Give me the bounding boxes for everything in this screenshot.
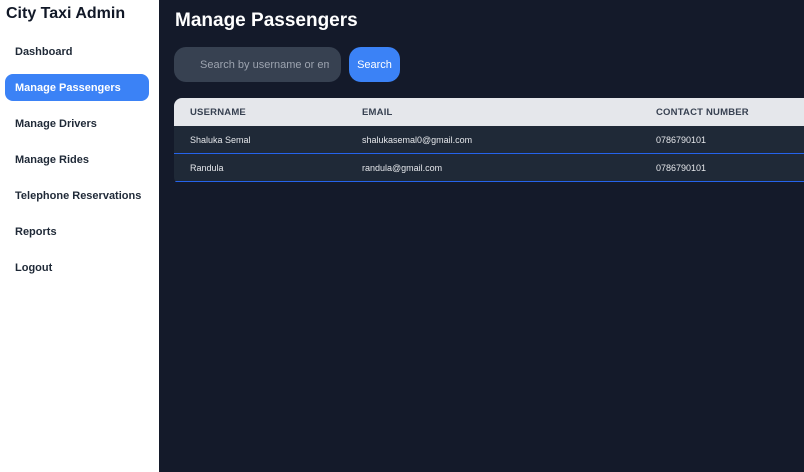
search-button[interactable]: Search xyxy=(349,47,400,82)
column-header-contact-number: CONTACT NUMBER xyxy=(656,106,749,118)
search-input[interactable] xyxy=(174,47,341,82)
table-row[interactable]: Shaluka Semal shalukasemal0@gmail.com 07… xyxy=(174,126,804,154)
sidebar-item-logout[interactable]: Logout xyxy=(5,254,149,281)
sidebar: City Taxi Admin Dashboard Manage Passeng… xyxy=(0,0,159,472)
sidebar-item-telephone-reservations[interactable]: Telephone Reservations xyxy=(5,182,149,209)
sidebar-item-manage-drivers[interactable]: Manage Drivers xyxy=(5,110,149,137)
column-header-username: USERNAME xyxy=(190,106,246,118)
sidebar-item-dashboard[interactable]: Dashboard xyxy=(5,38,149,65)
cell-username: Randula xyxy=(190,162,224,173)
cell-contact-number: 0786790101 xyxy=(656,134,707,145)
app-title: City Taxi Admin xyxy=(6,5,126,22)
cell-email: shalukasemal0@gmail.com xyxy=(362,134,473,145)
table-header: USERNAME EMAIL CONTACT NUMBER xyxy=(174,98,804,126)
column-header-email: EMAIL xyxy=(362,106,393,118)
sidebar-item-reports[interactable]: Reports xyxy=(5,218,149,245)
sidebar-item-manage-passengers[interactable]: Manage Passengers xyxy=(5,74,149,101)
table-row[interactable]: Randula randula@gmail.com 0786790101 xyxy=(174,154,804,182)
cell-username: Shaluka Semal xyxy=(190,134,251,145)
cell-contact-number: 0786790101 xyxy=(656,162,707,173)
page-title: Manage Passengers xyxy=(175,10,358,31)
passengers-table: USERNAME EMAIL CONTACT NUMBER Shaluka Se… xyxy=(174,98,804,185)
sidebar-item-manage-rides[interactable]: Manage Rides xyxy=(5,146,149,173)
cell-email: randula@gmail.com xyxy=(362,162,443,173)
sidebar-nav: Dashboard Manage Passengers Manage Drive… xyxy=(5,38,149,290)
main-content: Manage Passengers Search USERNAME EMAIL … xyxy=(159,0,804,472)
